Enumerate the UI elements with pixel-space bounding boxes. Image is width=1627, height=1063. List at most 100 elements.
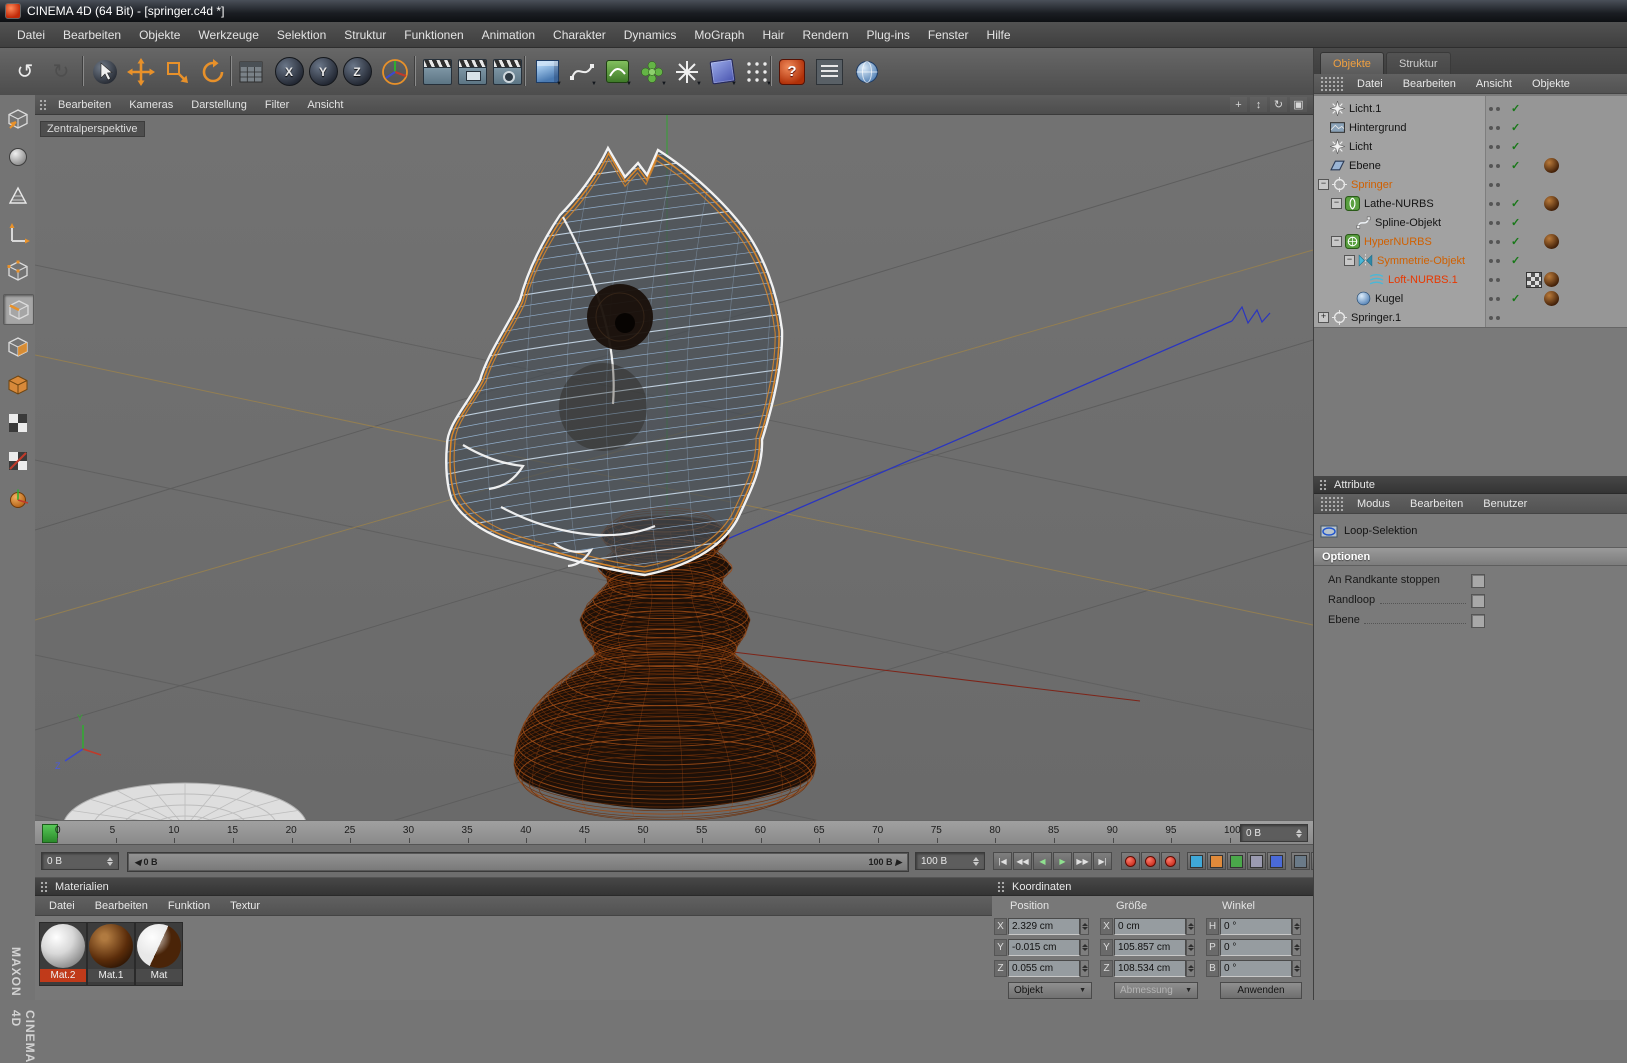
- tab-struktur[interactable]: Struktur: [1386, 52, 1451, 75]
- enable-check-icon[interactable]: ✓: [1511, 292, 1520, 305]
- om-menu-datei[interactable]: Datei: [1349, 76, 1391, 92]
- coordinates-header[interactable]: Koordinaten: [992, 878, 1313, 896]
- add-spline-button[interactable]: ▼: [565, 54, 599, 89]
- expander-icon[interactable]: −: [1331, 198, 1342, 209]
- mat-menu-funktion[interactable]: Funktion: [160, 898, 218, 914]
- render-picture-viewer-button[interactable]: [455, 54, 489, 89]
- vp-menu-filter[interactable]: Filter: [257, 97, 297, 113]
- visibility-dots[interactable]: [1489, 144, 1500, 149]
- panel-grip-icon[interactable]: [1320, 495, 1345, 512]
- enable-check-icon[interactable]: ✓: [1511, 254, 1520, 267]
- record-scale-toggle[interactable]: [1207, 852, 1226, 870]
- spinner-icon[interactable]: [1186, 918, 1195, 935]
- workplane-mode-button[interactable]: [3, 180, 32, 209]
- spinner-icon[interactable]: [1186, 960, 1195, 977]
- size-mode-dropdown[interactable]: Abmessung ▼: [1114, 982, 1198, 999]
- attr-menu-benutzer[interactable]: Benutzer: [1475, 496, 1535, 512]
- visibility-dots[interactable]: [1489, 125, 1500, 130]
- tab-objekte[interactable]: Objekte: [1320, 52, 1384, 75]
- object-system-dropdown[interactable]: Objekt ▼: [1008, 982, 1092, 999]
- play-forward-button[interactable]: ▶: [1053, 852, 1072, 870]
- add-nurbs-button[interactable]: ▼: [600, 54, 634, 89]
- undo-button[interactable]: ↺: [8, 54, 42, 89]
- goto-start-button[interactable]: |◀: [993, 852, 1012, 870]
- axis-mode-button[interactable]: [3, 484, 32, 513]
- material-tag-icon[interactable]: [1544, 272, 1559, 287]
- angle-b-field[interactable]: 0 °: [1220, 960, 1292, 977]
- expander-icon[interactable]: −: [1344, 255, 1355, 266]
- ebene-checkbox[interactable]: [1471, 614, 1485, 628]
- tree-item-ebene[interactable]: Ebene ✓: [1314, 156, 1627, 175]
- size-z-field[interactable]: 108.534 cm: [1114, 960, 1186, 977]
- polygons-mode-button[interactable]: [3, 332, 32, 361]
- enable-check-icon[interactable]: ✓: [1511, 102, 1520, 115]
- coordinate-system-button[interactable]: [378, 54, 412, 89]
- scale-tool-button[interactable]: [160, 54, 194, 89]
- lock-z-button[interactable]: Z: [340, 54, 374, 89]
- coordinate-manager-button[interactable]: [234, 54, 268, 89]
- object-mode-button[interactable]: [3, 370, 32, 399]
- move-tool-button[interactable]: [124, 54, 158, 89]
- next-key-button[interactable]: ▶▶: [1073, 852, 1092, 870]
- add-modeling-button[interactable]: ▼: [635, 54, 669, 89]
- om-menu-ansicht[interactable]: Ansicht: [1468, 76, 1520, 92]
- tree-item-springer-1[interactable]: + Springer.1: [1314, 308, 1627, 327]
- spinner-icon[interactable]: [1296, 828, 1302, 838]
- material-tag-icon[interactable]: [1544, 234, 1559, 249]
- online-help-button[interactable]: [850, 54, 884, 89]
- panel-grip-icon[interactable]: [39, 98, 48, 111]
- menu-datei[interactable]: Datei: [8, 24, 54, 46]
- menu-mograph[interactable]: MoGraph: [685, 24, 753, 46]
- object-axis-mode-button[interactable]: [3, 218, 32, 247]
- lock-x-button[interactable]: X: [272, 54, 306, 89]
- tree-item-kugel[interactable]: Kugel ✓: [1314, 289, 1627, 308]
- material-tile-mat1[interactable]: Mat.1: [87, 922, 135, 986]
- enable-check-icon[interactable]: ✓: [1511, 159, 1520, 172]
- record-parameter-toggle[interactable]: [1247, 852, 1266, 870]
- help-button[interactable]: ?: [775, 54, 809, 89]
- redo-button[interactable]: ↻: [44, 54, 78, 89]
- autokeying-button[interactable]: [1141, 852, 1160, 870]
- visibility-dots[interactable]: [1489, 182, 1500, 187]
- apply-button[interactable]: Anwenden: [1220, 982, 1302, 999]
- material-tag-icon[interactable]: [1544, 158, 1559, 173]
- texture-tag-icon[interactable]: [1526, 271, 1542, 288]
- options-section-header[interactable]: Optionen: [1314, 547, 1627, 566]
- vp-menu-kameras[interactable]: Kameras: [121, 97, 181, 113]
- title-bar[interactable]: CINEMA 4D (64 Bit) - [springer.c4d *]: [0, 0, 1627, 22]
- expander-icon[interactable]: −: [1331, 236, 1342, 247]
- vp-menu-bearbeiten[interactable]: Bearbeiten: [50, 97, 119, 113]
- model-mode-button[interactable]: [3, 142, 32, 171]
- spinner-icon[interactable]: [1080, 960, 1089, 977]
- visibility-dots[interactable]: [1489, 106, 1500, 111]
- live-selection-button[interactable]: [88, 54, 122, 89]
- max-frame-field[interactable]: 100 B: [915, 852, 985, 870]
- menu-rendern[interactable]: Rendern: [793, 24, 857, 46]
- texture-mode-button[interactable]: [3, 408, 32, 437]
- points-mode-button[interactable]: [3, 256, 32, 285]
- expander-icon[interactable]: +: [1318, 312, 1329, 323]
- spinner-icon[interactable]: [1080, 939, 1089, 956]
- enable-check-icon[interactable]: ✓: [1511, 197, 1520, 210]
- record-pla-toggle[interactable]: [1267, 852, 1286, 870]
- add-deformer-button[interactable]: ▼: [705, 54, 739, 89]
- make-editable-button[interactable]: [3, 104, 32, 133]
- material-tile-mat2[interactable]: Mat.2: [39, 922, 87, 986]
- spinner-icon[interactable]: [1292, 918, 1301, 935]
- ruler-frame-field[interactable]: 0 B: [1240, 824, 1308, 842]
- render-view-button[interactable]: [420, 54, 454, 89]
- visibility-dots[interactable]: [1489, 239, 1500, 244]
- visibility-dots[interactable]: [1489, 163, 1500, 168]
- menu-charakter[interactable]: Charakter: [544, 24, 615, 46]
- panel-grip-icon[interactable]: [1319, 478, 1328, 491]
- spinner-icon[interactable]: [973, 856, 979, 866]
- menu-bearbeiten[interactable]: Bearbeiten: [54, 24, 130, 46]
- materials-header[interactable]: Materialien: [35, 878, 992, 896]
- om-menu-bearbeiten[interactable]: Bearbeiten: [1395, 76, 1464, 92]
- add-particles-button[interactable]: ▼: [670, 54, 704, 89]
- command-list-button[interactable]: [812, 54, 846, 89]
- mat-menu-datei[interactable]: Datei: [41, 898, 83, 914]
- tree-item-lathe-nurbs[interactable]: − Lathe-NURBS ✓: [1314, 194, 1627, 213]
- preview-range-slider[interactable]: ◀ 0 B 100 B ▶: [127, 852, 909, 872]
- pos-x-field[interactable]: 2.329 cm: [1008, 918, 1080, 935]
